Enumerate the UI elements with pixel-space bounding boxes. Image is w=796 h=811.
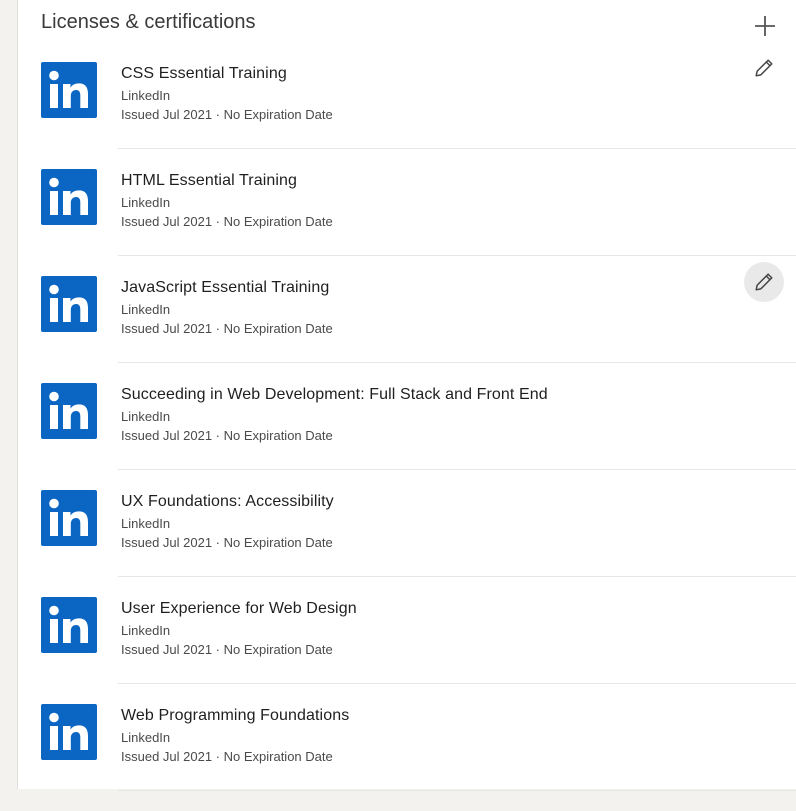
certification-issuer: LinkedIn [121,302,171,317]
edit-certification-button[interactable] [744,262,784,302]
certification-title[interactable]: User Experience for Web Design [121,599,357,619]
certification-title[interactable]: Web Programming Foundations [121,706,349,726]
certification-item: JavaScript Essential Training LinkedIn I… [18,262,796,383]
linkedin-logo-icon [41,490,97,546]
certification-item: CSS Essential Training LinkedIn Issued J… [18,59,796,169]
certification-title[interactable]: CSS Essential Training [121,64,287,84]
certification-issuer: LinkedIn [121,516,171,531]
certification-issued-date: Issued Jul 2021 · No Expiration Date [121,749,333,764]
pencil-icon [755,273,773,291]
certification-issued-date: Issued Jul 2021 · No Expiration Date [121,107,333,122]
certification-issued-date: Issued Jul 2021 · No Expiration Date [121,214,333,229]
item-divider [118,148,796,149]
pencil-icon [755,59,773,77]
item-divider [118,469,796,470]
item-divider [118,362,796,363]
item-divider [118,255,796,256]
certification-item: UX Foundations: Accessibility LinkedIn I… [18,490,796,597]
section-title: Licenses & certifications [41,11,256,33]
certification-issuer: LinkedIn [121,623,171,638]
certification-issuer: LinkedIn [121,730,171,745]
linkedin-logo-icon [41,704,97,760]
certification-issuer: LinkedIn [121,409,171,424]
certification-issuer: LinkedIn [121,195,171,210]
certification-item: User Experience for Web Design LinkedIn … [18,597,796,704]
linkedin-logo-icon [41,276,97,332]
certification-item: Succeeding in Web Development: Full Stac… [18,383,796,490]
edit-certification-button[interactable] [744,48,784,88]
certification-issued-date: Issued Jul 2021 · No Expiration Date [121,428,333,443]
item-divider [118,790,796,791]
linkedin-logo-icon [41,597,97,653]
certification-title[interactable]: UX Foundations: Accessibility [121,492,334,512]
linkedin-logo-icon [41,169,97,225]
item-divider [118,683,796,684]
certification-title[interactable]: JavaScript Essential Training [121,278,329,298]
certification-item: Web Programming Foundations LinkedIn Iss… [18,704,796,811]
plus-icon [755,16,775,36]
licenses-certifications-card: Licenses & certifications CSS Essential … [17,0,796,791]
certification-issued-date: Issued Jul 2021 · No Expiration Date [121,535,333,550]
linkedin-logo-icon [41,62,97,118]
certification-title[interactable]: HTML Essential Training [121,171,297,191]
add-certification-button[interactable] [747,8,783,44]
certification-title[interactable]: Succeeding in Web Development: Full Stac… [121,385,548,405]
certification-issued-date: Issued Jul 2021 · No Expiration Date [121,321,333,336]
certification-issuer: LinkedIn [121,88,171,103]
linkedin-logo-icon [41,383,97,439]
item-divider [118,576,796,577]
certification-issued-date: Issued Jul 2021 · No Expiration Date [121,642,333,657]
certification-item: HTML Essential Training LinkedIn Issued … [18,169,796,276]
